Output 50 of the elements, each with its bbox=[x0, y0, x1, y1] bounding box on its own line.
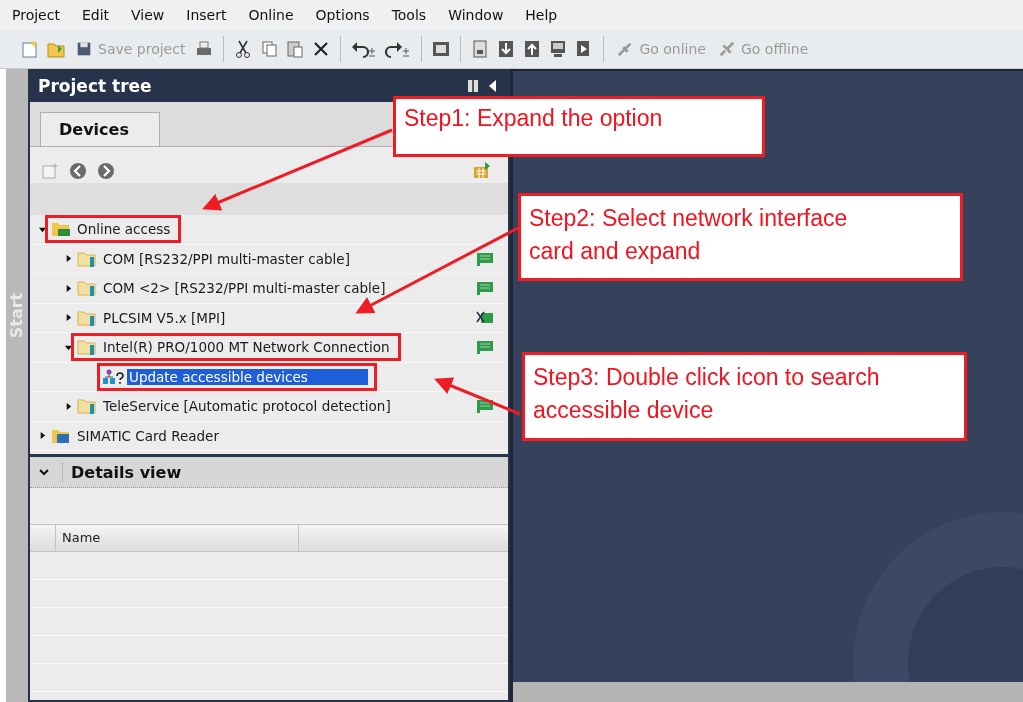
menu-item[interactable]: Online bbox=[248, 7, 294, 23]
split-view-icon[interactable] bbox=[466, 78, 480, 93]
copy-icon[interactable] bbox=[259, 39, 280, 59]
paste-icon[interactable] bbox=[285, 39, 306, 59]
expand-toggle-icon[interactable] bbox=[64, 313, 73, 323]
menu-item[interactable]: Edit bbox=[81, 7, 110, 23]
simulator-card-icon bbox=[476, 310, 494, 325]
menu-item[interactable]: Help bbox=[525, 7, 558, 23]
network-card-icon bbox=[476, 251, 494, 266]
annotation-callout: Step2: Select network interface card and expand bbox=[518, 193, 963, 281]
tree-item[interactable]: PLCSIM V5.x [MPI] bbox=[101, 309, 228, 326]
network-card-icon bbox=[476, 281, 494, 296]
expand-toggle-icon[interactable] bbox=[38, 431, 47, 441]
back-icon[interactable] bbox=[68, 161, 88, 181]
menu-item[interactable]: Insert bbox=[186, 7, 227, 23]
folder-interface-icon bbox=[76, 338, 98, 357]
expand-toggle-icon[interactable] bbox=[64, 283, 73, 293]
expand-toggle-icon[interactable] bbox=[64, 401, 73, 411]
expand-toggle-icon[interactable] bbox=[64, 254, 73, 264]
collapse-chevron-icon[interactable] bbox=[38, 466, 50, 478]
menu-item[interactable]: Window bbox=[448, 7, 504, 23]
details-view-title: Details view bbox=[62, 462, 182, 482]
annotation-callout: Step1: Expand the option bbox=[393, 96, 765, 157]
annotation-callout: Step3: Double click icon to search accessible device bbox=[522, 352, 967, 441]
menu-item[interactable]: Options bbox=[315, 7, 370, 23]
network-view-icon[interactable] bbox=[472, 161, 492, 181]
tree-item[interactable]: SIMATIC Card Reader bbox=[75, 427, 221, 444]
menu-item[interactable]: Project bbox=[12, 7, 60, 23]
menu-item[interactable]: Tools bbox=[391, 7, 427, 23]
forward-icon[interactable] bbox=[96, 161, 116, 181]
network-card-icon bbox=[476, 399, 494, 414]
network-search-icon bbox=[102, 367, 124, 386]
panel-title: Project tree bbox=[38, 75, 153, 96]
tree-item[interactable]: COM <2> [RS232/PPI multi-master cable] bbox=[101, 280, 388, 297]
tree-item[interactable]: Intel(R) PRO/1000 MT Network Connection bbox=[101, 339, 392, 356]
disconnect-plug-icon bbox=[718, 40, 736, 58]
save-icon bbox=[75, 40, 93, 58]
folder-network-icon bbox=[50, 220, 72, 239]
devices-tab[interactable]: Devices bbox=[40, 112, 160, 146]
tree-item[interactable]: COM [RS232/PPI multi-master cable] bbox=[101, 250, 352, 267]
folder-interface-icon bbox=[76, 249, 98, 268]
folder-interface-icon bbox=[76, 279, 98, 298]
folder-interface-icon bbox=[76, 308, 98, 327]
tree-item[interactable]: Update accessible devices bbox=[127, 368, 368, 385]
compile-icon[interactable] bbox=[431, 39, 452, 59]
folder-interface-icon bbox=[76, 397, 98, 416]
tree-item[interactable]: TeleService [Automatic protocol detection] bbox=[101, 398, 393, 415]
menu-item[interactable]: View bbox=[131, 7, 165, 23]
network-card-icon bbox=[476, 340, 494, 355]
tree-item[interactable]: Online access bbox=[75, 221, 173, 238]
